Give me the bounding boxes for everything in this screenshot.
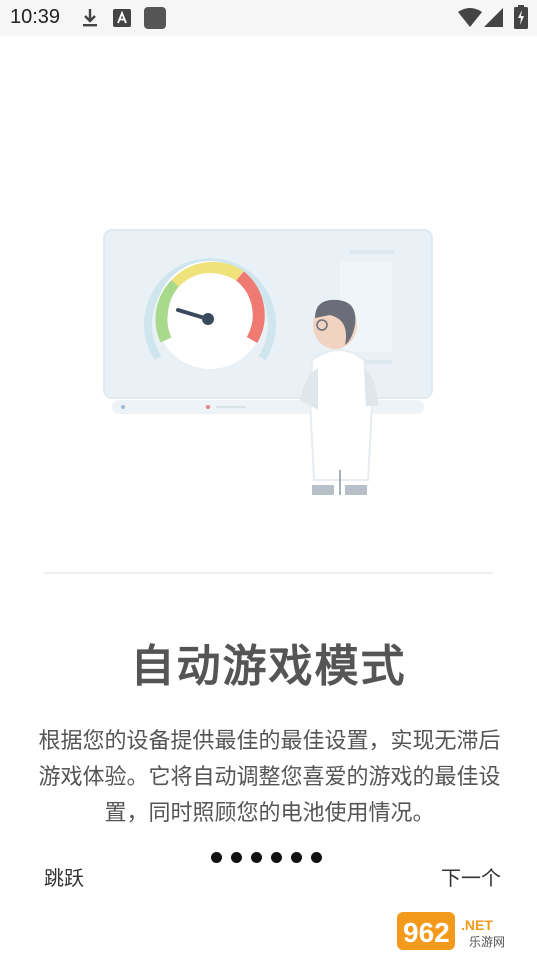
text-a-icon [113,9,131,31]
page-dot[interactable] [211,852,222,863]
watermark-tld: .NET [461,917,493,933]
wifi-icon [458,8,482,32]
page-description: 根据您的设备提供最佳的最佳设置，实现无滞后游戏体验。它将自动调整您喜爱的游戏的最… [38,729,501,826]
battery-charging-icon [514,5,528,33]
status-time: 10:39 [10,6,61,28]
status-bar: 10:39 [0,0,537,36]
page-dot[interactable] [291,852,302,863]
next-button[interactable]: 下一个 [441,862,501,891]
watermark-caption: 乐游网 [469,935,505,949]
download-icon [80,7,100,33]
app-square-icon [143,6,167,34]
page-indicator [211,852,322,868]
site-watermark: 962 .NET 乐游网 [397,908,532,952]
onboarding-illustration [0,200,537,510]
cellular-signal-icon [484,8,504,32]
watermark-brand: 962 [403,917,450,948]
divider [44,572,493,574]
page-title: 自动游戏模式 [130,641,407,692]
page-dot[interactable] [311,852,322,863]
page-dot[interactable] [231,852,242,863]
page-dot[interactable] [271,852,282,863]
skip-button[interactable]: 跳跃 [44,862,84,891]
page-dot[interactable] [251,852,262,863]
